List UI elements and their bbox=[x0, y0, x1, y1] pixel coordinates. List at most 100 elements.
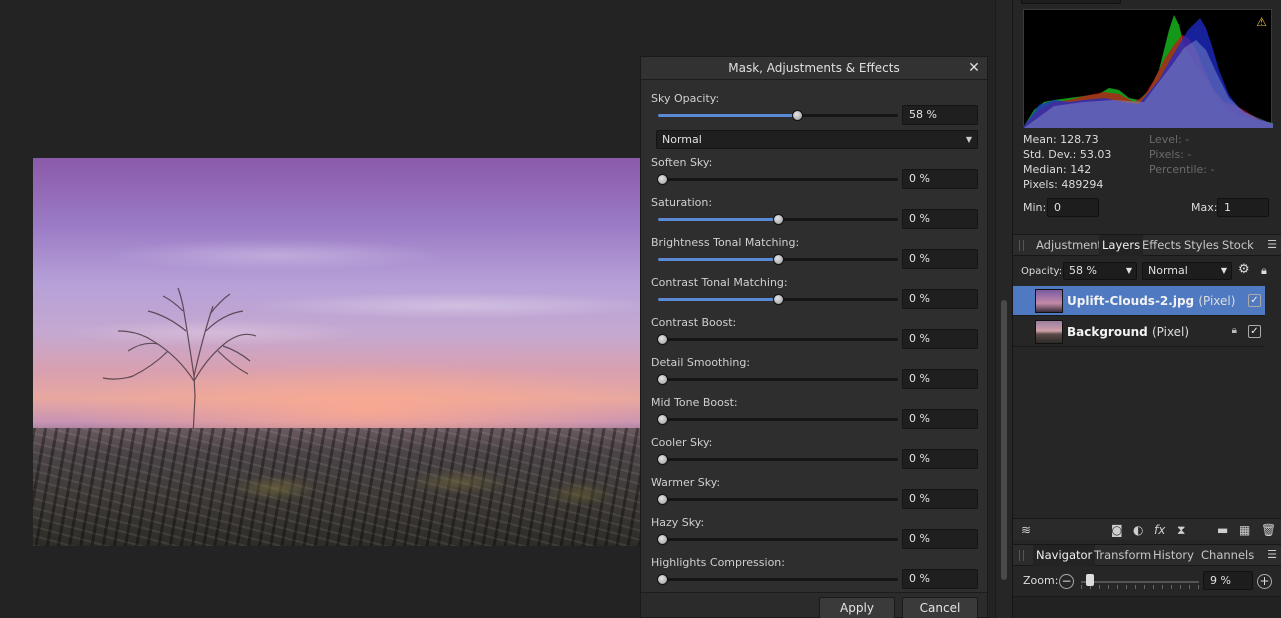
adjustment-slider[interactable] bbox=[657, 374, 898, 385]
slider-value-input[interactable]: 0 % bbox=[902, 249, 978, 269]
slider-value-input[interactable]: 0 % bbox=[902, 209, 978, 229]
slider-knob[interactable] bbox=[657, 494, 668, 505]
adjustment-slider[interactable] bbox=[657, 494, 898, 505]
hist-pixels: Pixels: 489294 bbox=[1023, 178, 1104, 191]
slider-value-input[interactable]: 0 % bbox=[902, 329, 978, 349]
sky-opacity-slider[interactable] bbox=[658, 110, 898, 121]
grid-icon[interactable]: ▦ bbox=[1239, 523, 1250, 537]
slider-knob[interactable] bbox=[657, 534, 668, 545]
slider-knob[interactable] bbox=[773, 254, 784, 265]
histogram-channel-dropdown[interactable] bbox=[1021, 0, 1121, 4]
zoom-slider-knob[interactable] bbox=[1086, 574, 1094, 586]
tab-stock[interactable]: Stock bbox=[1219, 235, 1257, 256]
slider-knob[interactable] bbox=[657, 574, 668, 585]
dialog-title: Mask, Adjustments & Effects bbox=[728, 61, 900, 75]
slider-knob[interactable] bbox=[657, 454, 668, 465]
tab-adjustment[interactable]: Adjustment bbox=[1033, 235, 1105, 256]
adjustment-slider[interactable] bbox=[657, 454, 898, 465]
live-filter-icon[interactable]: ⧗ bbox=[1177, 523, 1185, 538]
slider-knob[interactable] bbox=[773, 214, 784, 225]
layers-tabbar: Adjustment Layers Effects Styles Stock ☰ bbox=[1013, 234, 1281, 256]
slider-value-input[interactable]: 0 % bbox=[902, 289, 978, 309]
photo-preview[interactable] bbox=[33, 158, 640, 546]
zoom-out-icon[interactable]: − bbox=[1059, 574, 1074, 589]
tab-transform[interactable]: Transform bbox=[1091, 545, 1154, 566]
lock-icon[interactable]: 🔒︎ bbox=[1232, 325, 1237, 336]
slider-label: Hazy Sky: bbox=[651, 516, 705, 529]
scrollbar-thumb[interactable] bbox=[1001, 300, 1007, 580]
panel-menu-icon[interactable]: ☰ bbox=[1267, 238, 1277, 251]
zoom-slider-track[interactable] bbox=[1081, 581, 1199, 583]
lock-icon[interactable]: 🔒︎ bbox=[1261, 264, 1267, 278]
slider-value-input[interactable]: 0 % bbox=[902, 449, 978, 469]
layer-thumbnail bbox=[1035, 320, 1063, 344]
slider-knob[interactable] bbox=[773, 294, 784, 305]
adjustment-slider[interactable] bbox=[658, 254, 898, 265]
adjustment-slider[interactable] bbox=[658, 214, 898, 225]
slider-knob[interactable] bbox=[657, 414, 668, 425]
max-input[interactable]: 1 bbox=[1217, 198, 1269, 217]
folder-icon[interactable]: ▬ bbox=[1217, 523, 1228, 537]
adjustment-slider[interactable] bbox=[657, 174, 898, 185]
sky-opacity-label: Sky Opacity: bbox=[651, 92, 720, 105]
slider-knob[interactable] bbox=[792, 110, 803, 121]
vertical-scrollbar[interactable] bbox=[995, 0, 1012, 618]
layers-footer: ≋ ◙ ◐ fx ⧗ ▬ ▦ 🗑︎ bbox=[1013, 518, 1281, 540]
zoom-row: Zoom: − 9 % + bbox=[1013, 568, 1281, 594]
slider-value-input[interactable]: 0 % bbox=[902, 409, 978, 429]
slider-knob[interactable] bbox=[657, 374, 668, 385]
app-window: Mask, Adjustments & Effects ✕ Sky Opacit… bbox=[0, 0, 1281, 618]
slider-value-input[interactable]: 0 % bbox=[902, 489, 978, 509]
slider-value-input[interactable]: 0 % bbox=[902, 529, 978, 549]
slider-label: Soften Sky: bbox=[651, 156, 713, 169]
apply-button[interactable]: Apply bbox=[819, 597, 895, 618]
layer-visibility-checkbox[interactable]: ✓ bbox=[1248, 294, 1261, 307]
tab-layers[interactable]: Layers bbox=[1099, 235, 1144, 256]
layer-thumbnail bbox=[1035, 289, 1063, 313]
warning-icon[interactable]: ⚠ bbox=[1256, 15, 1267, 29]
layers-stack-icon[interactable]: ≋ bbox=[1021, 523, 1031, 537]
trash-icon[interactable]: 🗑︎ bbox=[1261, 523, 1276, 537]
close-icon[interactable]: ✕ bbox=[965, 59, 983, 77]
zoom-input[interactable]: 9 % bbox=[1203, 571, 1253, 590]
opacity-dropdown[interactable]: 58 % ▼ bbox=[1063, 262, 1137, 280]
fx-icon[interactable]: fx bbox=[1154, 523, 1165, 537]
slider-knob[interactable] bbox=[657, 334, 668, 345]
adjustment-slider[interactable] bbox=[658, 294, 898, 305]
tab-effects[interactable]: Effects bbox=[1139, 235, 1184, 256]
min-label: Min: bbox=[1023, 201, 1047, 214]
min-input[interactable]: 0 bbox=[1047, 198, 1099, 217]
sky-opacity-input[interactable]: 58 % bbox=[902, 105, 978, 125]
layer-row-background[interactable]: Background (Pixel) 🔒︎ ✓ bbox=[1013, 317, 1265, 347]
zoom-label: Zoom: bbox=[1023, 574, 1059, 587]
adjustment-slider[interactable] bbox=[657, 334, 898, 345]
hist-pixels-selection: Pixels: - bbox=[1149, 148, 1192, 161]
panel-grip-icon[interactable] bbox=[1019, 550, 1024, 561]
layer-visibility-checkbox[interactable]: ✓ bbox=[1248, 325, 1261, 338]
adjustment-slider[interactable] bbox=[657, 574, 898, 585]
tab-styles[interactable]: Styles bbox=[1181, 235, 1222, 256]
panel-menu-icon[interactable]: ☰ bbox=[1267, 548, 1277, 561]
navigator-preview bbox=[1013, 596, 1281, 618]
mask-icon[interactable]: ◙ bbox=[1111, 523, 1123, 537]
adjustment-icon[interactable]: ◐ bbox=[1133, 523, 1143, 537]
layer-row-uplift-clouds[interactable]: Uplift-Clouds-2.jpg (Pixel) ✓ bbox=[1013, 286, 1265, 316]
slider-value-input[interactable]: 0 % bbox=[902, 569, 978, 589]
layer-blend-dropdown[interactable]: Normal ▼ bbox=[1142, 262, 1232, 280]
slider-value-input[interactable]: 0 % bbox=[902, 369, 978, 389]
panel-grip-icon[interactable] bbox=[1019, 240, 1024, 251]
tab-channels[interactable]: Channels bbox=[1198, 545, 1257, 566]
adjustment-slider[interactable] bbox=[657, 534, 898, 545]
tab-navigator[interactable]: Navigator bbox=[1033, 545, 1096, 566]
slider-value-input[interactable]: 0 % bbox=[902, 169, 978, 189]
photo-moss bbox=[33, 458, 640, 518]
gear-icon[interactable]: ⚙ bbox=[1238, 262, 1250, 277]
blend-mode-dropdown[interactable]: Normal ▼ bbox=[656, 130, 978, 149]
tab-history[interactable]: History bbox=[1150, 545, 1197, 566]
slider-knob[interactable] bbox=[657, 174, 668, 185]
hist-mean: Mean: 128.73 bbox=[1023, 133, 1099, 146]
max-label: Max: bbox=[1191, 201, 1218, 214]
cancel-button[interactable]: Cancel bbox=[902, 597, 978, 618]
adjustment-slider[interactable] bbox=[657, 414, 898, 425]
zoom-in-icon[interactable]: + bbox=[1257, 574, 1272, 589]
